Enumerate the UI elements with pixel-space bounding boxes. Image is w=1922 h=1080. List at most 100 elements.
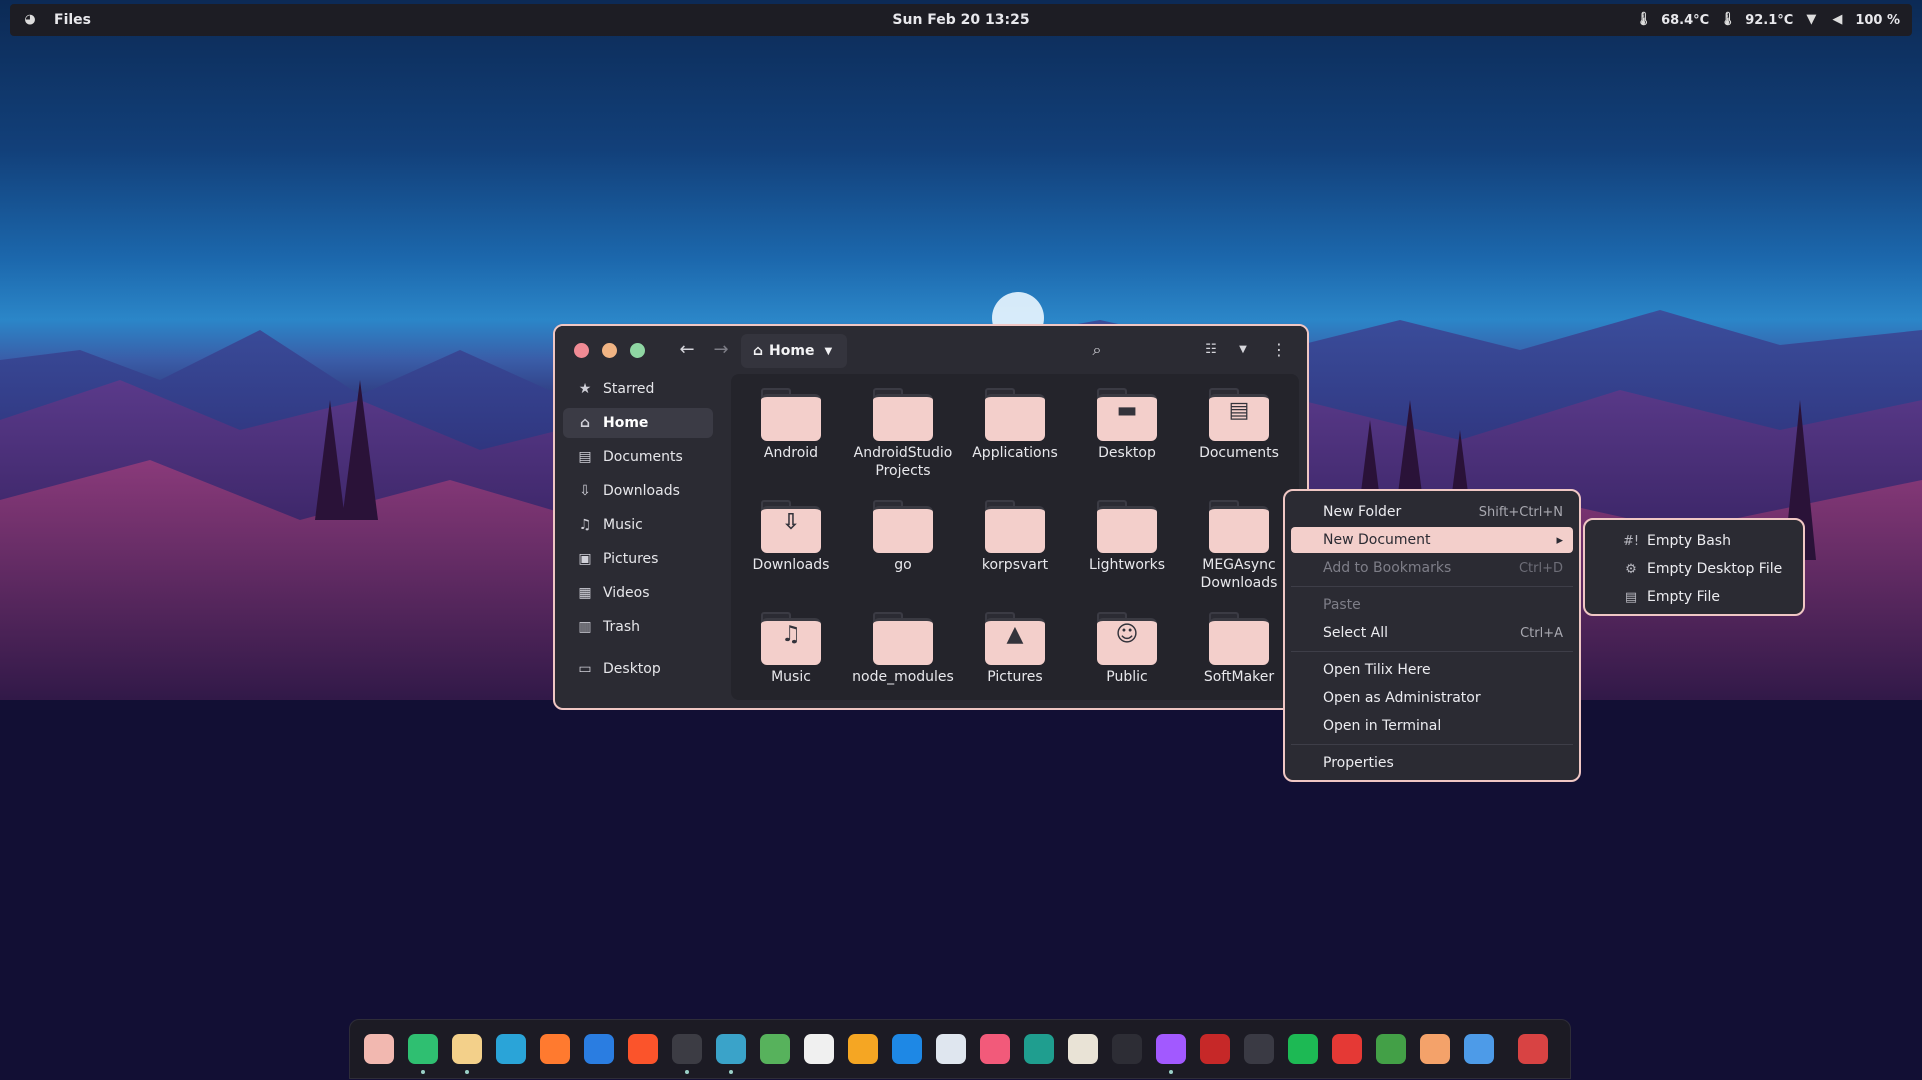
chevron-down-icon[interactable]: ▼ (1231, 338, 1255, 362)
app-icon-16[interactable] (1024, 1034, 1054, 1064)
menu-item-properties[interactable]: Properties (1291, 750, 1573, 776)
brave-icon[interactable] (628, 1034, 658, 1064)
app-icon-24[interactable] (1376, 1034, 1406, 1064)
app-icon-25[interactable] (1420, 1034, 1450, 1064)
new-document-submenu: #! Empty Bash ⚙ Empty Desktop File ▤ Emp… (1583, 518, 1805, 616)
wifi-icon[interactable]: ▼ (1803, 12, 1819, 28)
settings-icon[interactable] (1464, 1034, 1494, 1064)
submenu-arrow-icon: ▸ (1556, 532, 1563, 548)
minimize-button[interactable] (602, 343, 617, 358)
clock[interactable]: Sun Feb 20 13:25 (892, 12, 1029, 28)
app-icon-2[interactable] (408, 1034, 438, 1064)
submenu-item-empty-bash[interactable]: #! Empty Bash (1591, 528, 1797, 554)
file-item[interactable]: korpsvart (961, 500, 1069, 574)
menu-item-open-as-admin[interactable]: Open as Administrator (1291, 685, 1573, 711)
file-item[interactable]: SoftMaker (1185, 612, 1293, 686)
music-icon: ♫ (578, 517, 592, 533)
forward-arrow-icon[interactable]: → (709, 338, 733, 362)
volume-icon[interactable]: ◀ (1829, 12, 1845, 28)
menu-item-new-folder[interactable]: New Folder Shift+Ctrl+N (1291, 499, 1573, 525)
spotify-icon[interactable] (1288, 1034, 1318, 1064)
file-name: Lightworks (1088, 557, 1166, 573)
app-icon-1[interactable] (364, 1034, 394, 1064)
status-area[interactable]: 🌡 68.4°C 🌡 92.1°C ▼ ◀ 100 % (1635, 12, 1900, 28)
app-icon-14[interactable] (936, 1034, 966, 1064)
sidebar-item-trash[interactable]: ▥ Trash (563, 612, 713, 642)
dock (349, 1019, 1571, 1079)
app-icon-13[interactable] (892, 1034, 922, 1064)
sidebar-item-videos[interactable]: ▦ Videos (563, 578, 713, 608)
sidebar-item-starred[interactable]: ★ Starred (563, 374, 713, 404)
app-icon-20[interactable] (1200, 1034, 1230, 1064)
app-icon-12[interactable] (848, 1034, 878, 1064)
menu-item-select-all[interactable]: Select All Ctrl+A (1291, 620, 1573, 646)
search-icon[interactable]: ⌕ (1085, 338, 1109, 362)
app-icon-9[interactable] (716, 1034, 746, 1064)
file-grid[interactable]: Android AndroidStudio Projects Applicati… (731, 374, 1299, 700)
file-item[interactable]: node_modules (849, 612, 957, 686)
location-button[interactable]: ⌂ Home ▼ (741, 334, 847, 368)
file-item[interactable]: ♫ Music (737, 612, 845, 686)
downloads-folder-icon: ⇩ (761, 500, 821, 553)
menu-item-new-document[interactable]: New Document ▸ (1291, 527, 1573, 553)
maximize-button[interactable] (630, 343, 645, 358)
battery-level[interactable]: 100 % (1855, 13, 1900, 28)
file-item[interactable]: Android (737, 388, 845, 462)
app-icon-15[interactable] (980, 1034, 1010, 1064)
sidebar-item-desktop[interactable]: ▭ Desktop (563, 654, 713, 684)
terminal-icon[interactable] (672, 1034, 702, 1064)
telegram-icon[interactable] (496, 1034, 526, 1064)
sidebar-item-music[interactable]: ♫ Music (563, 510, 713, 540)
app-menu[interactable]: ◕ Files (22, 12, 91, 28)
sidebar-item-home[interactable]: ⌂ Home (563, 408, 713, 438)
file-item[interactable]: ☺ Public (1073, 612, 1181, 686)
sidebar-item-label: Pictures (603, 551, 659, 567)
running-indicator (729, 1070, 733, 1074)
submenu-item-empty-desktop-file[interactable]: ⚙ Empty Desktop File (1591, 556, 1797, 582)
trash-icon[interactable] (1518, 1034, 1548, 1064)
star-icon: ★ (578, 381, 592, 397)
sidebar-item-label: Downloads (603, 483, 680, 499)
file-item[interactable]: ⇩ Downloads (737, 500, 845, 574)
close-button[interactable] (574, 343, 589, 358)
folder-icon (873, 388, 933, 441)
app-icon-21[interactable] (1244, 1034, 1274, 1064)
activities-icon[interactable]: ◕ (22, 12, 38, 28)
file-item[interactable]: MEGAsync Downloads (1185, 500, 1293, 592)
sidebar-item-downloads[interactable]: ⇩ Downloads (563, 476, 713, 506)
view-list-icon[interactable]: ☷ (1199, 338, 1223, 362)
file-item[interactable]: ▤ Documents (1185, 388, 1293, 462)
file-item[interactable]: AndroidStudio Projects (849, 388, 957, 480)
app-icon-6[interactable] (584, 1034, 614, 1064)
menu-kebab-icon[interactable]: ⋮ (1267, 338, 1291, 362)
firefox-icon[interactable] (540, 1034, 570, 1064)
running-indicator (1169, 1070, 1173, 1074)
sidebar-item-pictures[interactable]: ▣ Pictures (563, 544, 713, 574)
menu-item-open-tilix[interactable]: Open Tilix Here (1291, 657, 1573, 683)
menu-item-paste[interactable]: Paste (1291, 592, 1573, 618)
files-icon[interactable] (452, 1034, 482, 1064)
sidebar-item-documents[interactable]: ▤ Documents (563, 442, 713, 472)
header-bar: ← → ⌂ Home ▼ ⌕ ☷ ▼ ⋮ (555, 326, 1307, 374)
app-icon-11[interactable] (804, 1034, 834, 1064)
app-icon-23[interactable] (1332, 1034, 1362, 1064)
file-item[interactable]: Applications (961, 388, 1069, 462)
app-icon-18[interactable] (1112, 1034, 1142, 1064)
chevron-down-icon: ▼ (824, 345, 833, 357)
file-item[interactable]: ▬ Desktop (1073, 388, 1181, 462)
file-item[interactable]: ▲ Pictures (961, 612, 1069, 686)
app-icon-17[interactable] (1068, 1034, 1098, 1064)
file-name: Pictures (987, 669, 1043, 685)
app-name[interactable]: Files (54, 12, 91, 28)
top-panel: ◕ Files Sun Feb 20 13:25 🌡 68.4°C 🌡 92.1… (10, 4, 1912, 36)
app-icon-10[interactable] (760, 1034, 790, 1064)
sidebar-item-label: Videos (603, 585, 650, 601)
menu-item-add-to-bookmarks[interactable]: Add to Bookmarks Ctrl+D (1291, 555, 1573, 581)
menu-item-label: Paste (1323, 597, 1361, 613)
file-item[interactable]: Lightworks (1073, 500, 1181, 574)
menu-item-open-terminal[interactable]: Open in Terminal (1291, 713, 1573, 739)
back-arrow-icon[interactable]: ← (675, 338, 699, 362)
submenu-item-empty-file[interactable]: ▤ Empty File (1591, 584, 1797, 610)
file-item[interactable]: go (849, 500, 957, 574)
figma-icon[interactable] (1156, 1034, 1186, 1064)
